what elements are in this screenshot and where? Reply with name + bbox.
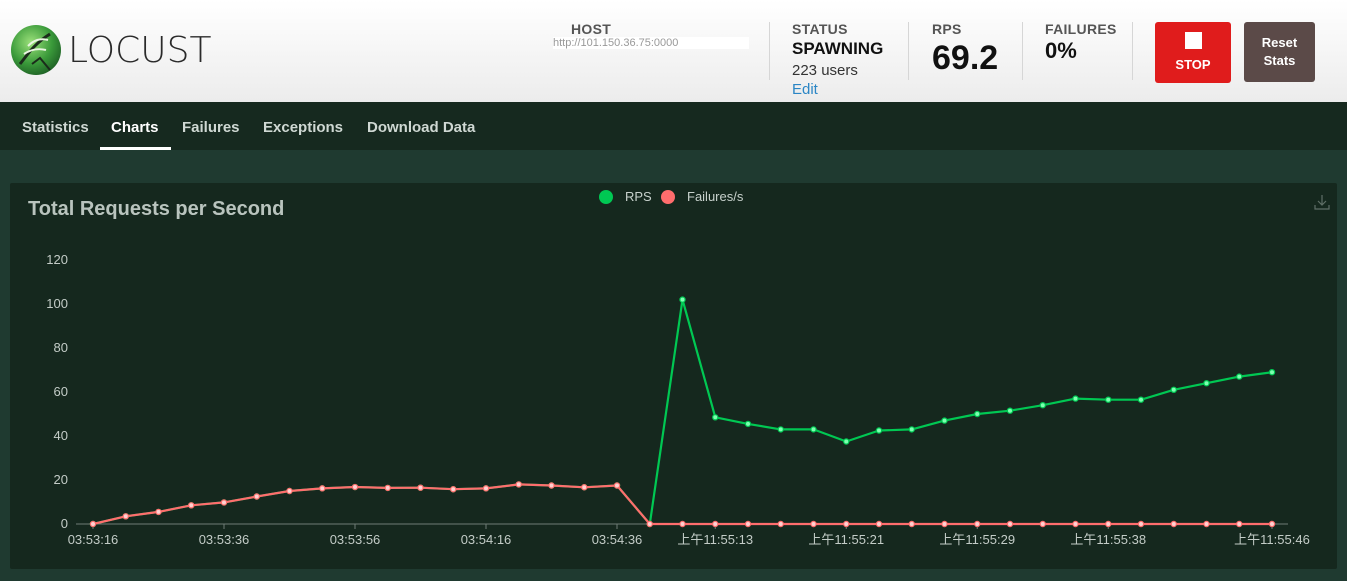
- failures-point: [1105, 520, 1112, 528]
- rps-point: [777, 426, 784, 433]
- rps-point: [875, 427, 883, 434]
- rps-point: [1236, 373, 1243, 380]
- x-tick-label: 03:54:16: [461, 532, 512, 547]
- rps-point: [974, 410, 981, 418]
- failures-point: [253, 493, 260, 500]
- failures-point: [1203, 520, 1210, 528]
- failures-point: [646, 520, 653, 528]
- failures-point: [417, 484, 424, 491]
- failures-point: [286, 487, 293, 495]
- x-tick-label: 03:53:16: [68, 532, 119, 547]
- failures-point: [1072, 520, 1079, 528]
- rps-point: [744, 420, 752, 428]
- failures-point: [1006, 520, 1014, 528]
- failures-point: [941, 520, 948, 528]
- rps-point: [1137, 396, 1145, 403]
- rps-point: [941, 417, 948, 424]
- rps-point: [712, 414, 719, 421]
- failures-point: [712, 520, 719, 528]
- failures-point: [122, 513, 129, 520]
- failures-point: [1236, 520, 1243, 528]
- failures-point: [482, 485, 490, 492]
- failures-point: [613, 482, 621, 489]
- failures-point: [155, 508, 162, 516]
- rps-point: [1039, 402, 1046, 409]
- rps-point: [843, 438, 850, 445]
- failures-point: [220, 499, 228, 506]
- x-tick-label: 上午11:55:38: [1070, 532, 1146, 547]
- rps-chart: 0 20 40 60 80 100 120 03:53:16 03:53:36 03:53:56 0…: [46, 252, 1310, 547]
- failures-point: [581, 484, 588, 491]
- x-tick-label: 上午11:55:29: [939, 532, 1015, 547]
- failures-point: [1039, 520, 1046, 528]
- failures-point: [89, 520, 97, 528]
- failures-point: [744, 520, 752, 528]
- y-tick-label: 100: [46, 296, 68, 311]
- failures-point: [1137, 520, 1145, 528]
- x-tick-label: 上午11:55:13: [677, 532, 753, 547]
- rps-point: [679, 296, 686, 303]
- failures-series-line: [92, 483, 1272, 526]
- rps-point: [1072, 395, 1079, 402]
- failures-point: [679, 520, 686, 528]
- x-tick-label: 03:53:36: [199, 532, 250, 547]
- failures-point: [1170, 520, 1177, 528]
- rps-series-line: [92, 298, 1273, 526]
- failures-point: [188, 502, 195, 509]
- failures-point: [384, 484, 391, 492]
- rps-point: [1105, 396, 1112, 403]
- rps-point: [908, 426, 915, 433]
- failures-point: [810, 520, 817, 528]
- failures-point: [515, 481, 522, 488]
- y-tick-label: 60: [54, 384, 68, 399]
- x-tick-label: 上午11:55:21: [808, 532, 884, 547]
- y-tick-label: 40: [54, 428, 68, 443]
- failures-point: [777, 520, 784, 528]
- failures-point: [1268, 520, 1276, 528]
- rps-point: [810, 426, 817, 433]
- failures-point: [974, 520, 981, 528]
- rps-point: [1268, 369, 1276, 376]
- rps-point: [1203, 380, 1210, 387]
- failures-point: [908, 520, 915, 528]
- y-tick-label: 0: [61, 516, 68, 531]
- y-tick-label: 80: [54, 340, 68, 355]
- x-tick-label: 03:54:36: [592, 532, 643, 547]
- x-tick-label: 03:53:56: [330, 532, 381, 547]
- failures-point: [548, 482, 555, 489]
- y-tick-label: 120: [46, 252, 68, 267]
- failures-point: [450, 486, 457, 493]
- rps-point: [1006, 407, 1014, 414]
- x-tick-label: 上午11:55:46: [1234, 532, 1310, 547]
- failures-point: [319, 485, 326, 492]
- failures-point: [351, 483, 359, 491]
- y-tick-label: 20: [54, 472, 68, 487]
- failures-point: [843, 520, 850, 528]
- failures-point: [875, 520, 883, 528]
- rps-point: [1170, 386, 1177, 393]
